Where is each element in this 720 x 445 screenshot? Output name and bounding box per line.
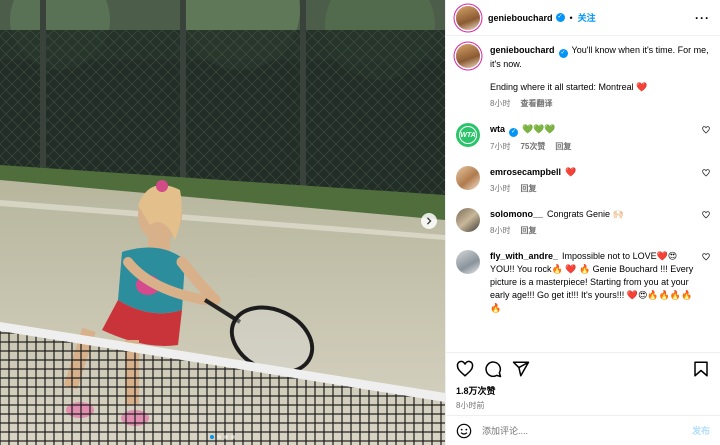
follow-button[interactable]: 关注 xyxy=(578,11,596,24)
comment-text: 💚💚💚 xyxy=(522,124,556,134)
share-icon xyxy=(512,361,530,376)
verified-icon: ✓ xyxy=(555,13,565,22)
reply-button[interactable]: 回复 xyxy=(555,142,571,151)
dot-separator: • xyxy=(569,12,573,23)
caption: geniebouchard ✓ You'll know when it's time… xyxy=(456,44,710,110)
verified-icon: ✓ xyxy=(509,128,519,137)
heart-icon xyxy=(702,253,710,261)
next-photo-button[interactable] xyxy=(421,213,437,229)
comment-username[interactable]: solomono__ xyxy=(490,209,543,219)
verified-icon: ✓ xyxy=(558,49,568,58)
comment-item: WTA wta ✓ 💚💚💚 7小时 75次赞 回复 xyxy=(456,123,710,153)
heart-icon xyxy=(456,360,474,377)
comment-text: ❤️ xyxy=(565,167,577,177)
comment-likes[interactable]: 75次赞 xyxy=(520,142,545,151)
author-username[interactable]: geniebouchard xyxy=(488,13,553,23)
comment-username[interactable]: emrosecampbell xyxy=(490,167,561,177)
post-actions xyxy=(446,352,720,384)
wta-avatar[interactable]: WTA xyxy=(456,123,480,147)
translate-link[interactable]: 查看翻译 xyxy=(520,99,552,108)
carousel-dot xyxy=(217,435,221,439)
carousel-dots xyxy=(0,435,445,439)
comment-time: 8小时 xyxy=(490,226,511,235)
save-button[interactable] xyxy=(692,360,710,378)
comment-item: emrosecampbell ❤️ 3小时 回复 xyxy=(456,166,710,195)
heart-icon xyxy=(702,126,710,134)
solomono-avatar[interactable] xyxy=(456,208,480,232)
comment-item: fly_with_andre_ Impossible not to LOVE❤️😍… xyxy=(456,250,710,315)
comment-icon xyxy=(485,360,502,377)
comment-username[interactable]: fly_with_andre_ xyxy=(490,251,558,261)
post-header: geniebouchard ✓ • 关注 ··· xyxy=(446,0,720,36)
more-options-button[interactable]: ··· xyxy=(695,11,710,25)
post-side-panel: geniebouchard ✓ • 关注 ··· geniebouchard ✓ Y… xyxy=(445,0,720,445)
like-comment-button[interactable] xyxy=(698,166,710,195)
bookmark-icon xyxy=(694,361,708,376)
carousel-dot xyxy=(224,435,228,439)
like-comment-button[interactable] xyxy=(698,250,710,315)
comment-time: 7小时 xyxy=(490,142,511,151)
caption-avatar[interactable] xyxy=(456,44,480,68)
caption-time: 8小时 xyxy=(490,99,511,108)
comment-input[interactable] xyxy=(482,425,692,436)
post-modal: geniebouchard ✓ • 关注 ··· geniebouchard ✓ Y… xyxy=(0,0,720,445)
comment-item: solomono__ Congrats Genie 🙌🏻 8小时 回复 xyxy=(456,208,710,237)
comment-time: 3小时 xyxy=(490,184,511,193)
add-comment-bar: 发布 xyxy=(446,415,720,445)
caption-meta: 8小时 查看翻译 xyxy=(490,97,710,110)
reply-button[interactable]: 回复 xyxy=(520,226,536,235)
author-avatar[interactable] xyxy=(456,5,480,30)
carousel-dot xyxy=(231,435,235,439)
comments-list[interactable]: geniebouchard ✓ You'll know when it's time… xyxy=(446,36,720,352)
emoji-icon[interactable] xyxy=(456,423,472,439)
post-timestamp: 8小时前 xyxy=(456,401,485,410)
heart-icon xyxy=(702,211,710,219)
share-button[interactable] xyxy=(512,360,530,378)
reply-button[interactable]: 回复 xyxy=(520,184,536,193)
chevron-right-icon xyxy=(426,217,432,225)
like-button[interactable] xyxy=(456,360,474,378)
post-comment-button[interactable]: 发布 xyxy=(692,424,710,437)
fly-avatar[interactable] xyxy=(456,250,480,274)
like-comment-button[interactable] xyxy=(698,123,710,153)
likes-count[interactable]: 1.8万次赞 xyxy=(446,384,720,397)
caption-text-2: Ending where it all started: Montreal ❤️ xyxy=(490,82,648,92)
carousel-dot xyxy=(210,435,214,439)
like-comment-button[interactable] xyxy=(698,208,710,237)
post-photo[interactable] xyxy=(0,0,445,445)
caption-username[interactable]: geniebouchard xyxy=(490,45,555,55)
heart-icon xyxy=(702,169,710,177)
comment-button[interactable] xyxy=(484,360,502,378)
comment-username[interactable]: wta xyxy=(490,124,505,134)
tennis-photo-illustration xyxy=(0,0,445,445)
emrose-avatar[interactable] xyxy=(456,166,480,190)
comment-text: Congrats Genie 🙌🏻 xyxy=(547,209,624,219)
